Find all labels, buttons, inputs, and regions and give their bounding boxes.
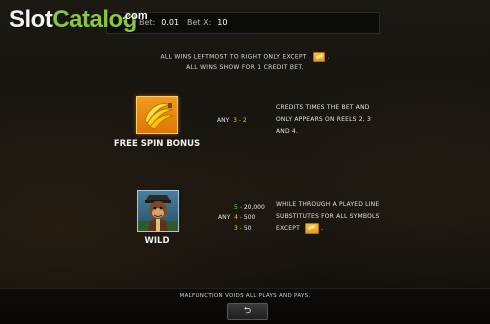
rule-line-1: ALL WINS LEFTMOST TO RIGHT ONLY EXCEPT . [0,52,490,62]
logo-text-com: .com [122,10,148,22]
background [0,0,490,323]
banana-svg [144,103,175,130]
rule-text-2: ALL WINS SHOW FOR 1 CREDIT BET. [186,64,304,71]
monkey-svg [138,195,178,231]
desc-line: CREDITS TIMES THE BET AND [276,104,370,111]
rule-line-2: ALL WINS SHOW FOR 1 CREDIT BET. [0,64,490,71]
desc-line: AND 4. [276,128,299,135]
free-spin-bonus-label: FREE SPIN BONUS [113,139,201,149]
bet-multiplier-label: Bet X: [187,18,212,27]
desc-line: SUBSTITUTES FOR ALL SYMBOLS [276,213,380,220]
wild-pay-row-3: 3 - 50 [234,225,251,232]
wild-pay-row-4: ANY 4 - 500 [218,214,255,221]
bet-multiplier-group: Bet X: 10 [187,18,227,27]
bet-multiplier-value: 10 [217,18,228,27]
desc-line: EXCEPT . [276,223,380,235]
banana-scatter-icon [313,52,326,62]
rule-text-1-suffix: . [327,53,330,61]
desc-line: WHILE THROUGH A PLAYED LINE [276,201,380,208]
return-arrow-icon: ⮌ [243,306,252,316]
slotcatalog-logo: SlotCatalog .com [9,6,148,34]
wild-pay-row-5: 5 - 20,000 [234,204,265,211]
return-button[interactable]: ⮌ [227,303,268,320]
pay-value: 2 [242,117,247,124]
pay-value: 50 [243,225,252,232]
pay-prefix: ANY [217,117,230,124]
free-spin-pay-row: ANY 3 - 2 [217,117,247,124]
malfunction-disclaimer: MALFUNCTION VOIDS ALL PLAYS AND PAYS. [179,293,311,299]
banana-icon [136,96,178,134]
desc-line: ONLY APPEARS ON REELS 2, 3 [276,116,372,123]
bet-value: 0.01 [161,18,180,27]
desc-suffix: . [321,225,324,232]
free-spin-description: CREDITS TIMES THE BET AND ONLY APPEARS O… [276,102,371,138]
pay-value: 500 [243,214,256,221]
pay-value: 20,000 [243,204,265,211]
banana-scatter-icon [305,223,320,234]
wild-label: WILD [144,236,170,246]
rule-text-1: ALL WINS LEFTMOST TO RIGHT ONLY EXCEPT [160,53,307,61]
desc-line-text: EXCEPT [276,225,300,232]
logo-text-slot: Slot [9,6,53,33]
monkey-icon [137,190,179,232]
wild-description: WHILE THROUGH A PLAYED LINE SUBSTITUTES … [276,199,380,235]
pay-prefix: ANY [218,214,231,221]
